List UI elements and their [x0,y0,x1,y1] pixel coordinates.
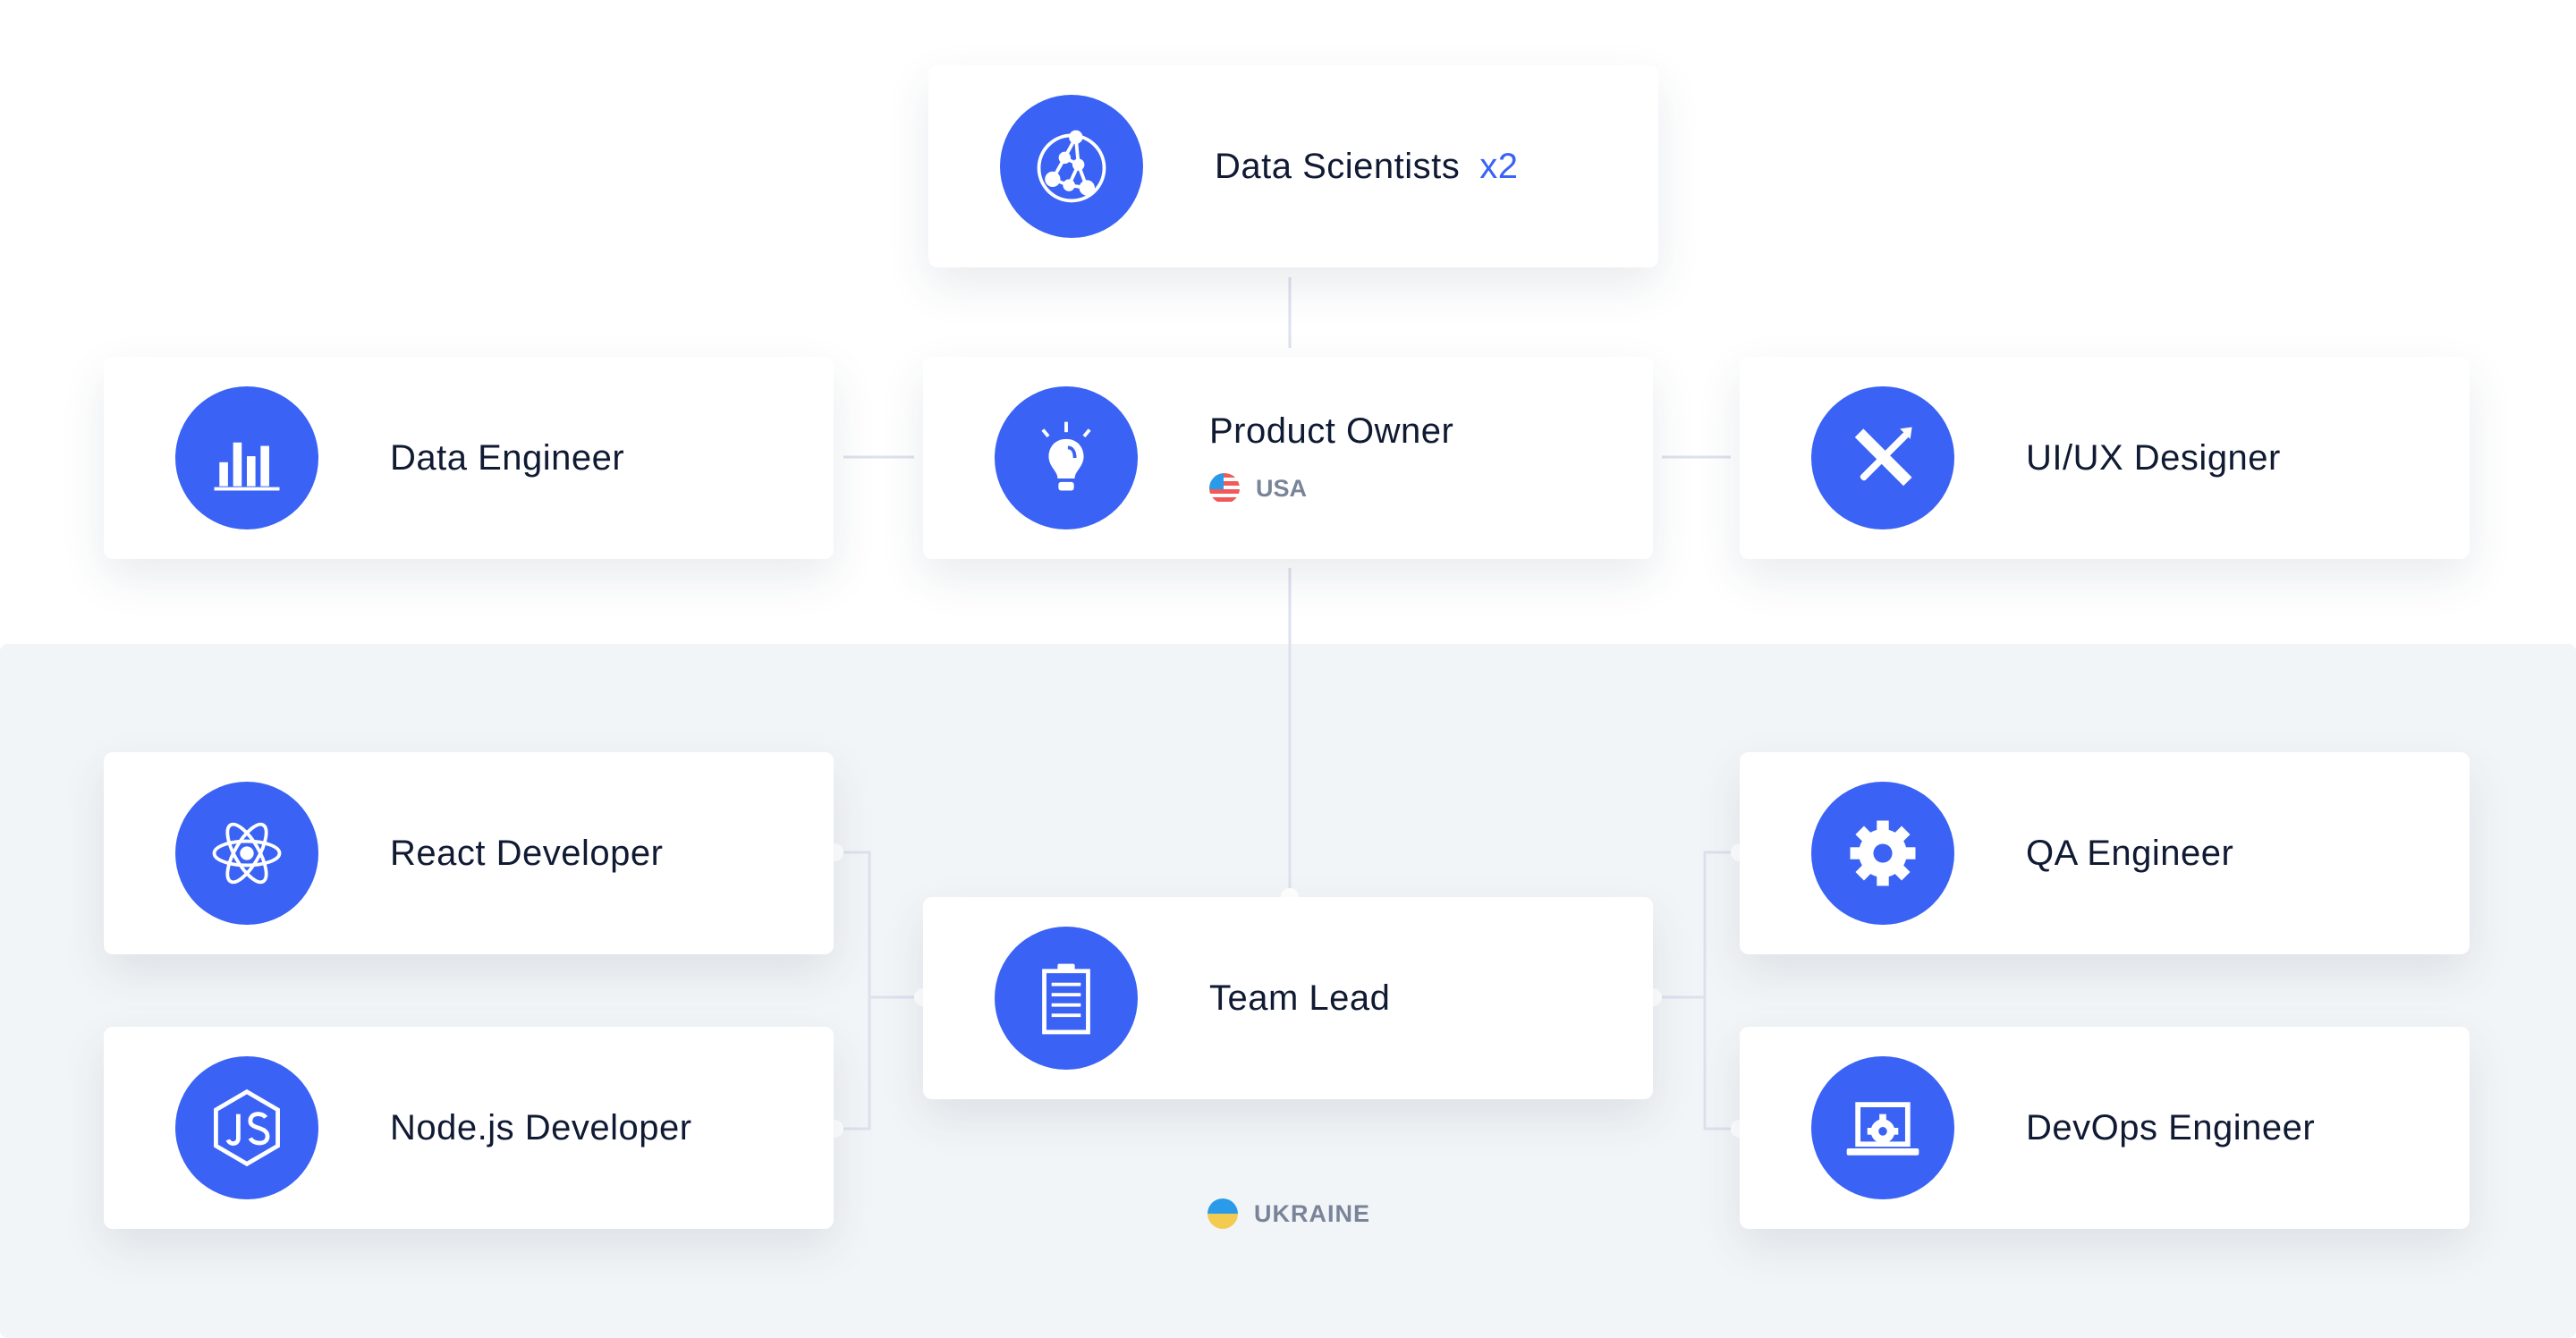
network-globe-icon [1000,95,1143,238]
card-team-lead[interactable]: Team Lead [923,897,1653,1099]
nodejs-hexagon-icon [175,1056,318,1199]
multiplier-badge: x2 [1479,146,1519,186]
card-qa-engineer[interactable]: QA Engineer [1740,752,2470,954]
role-label: Data Scientists [1215,146,1461,186]
role-label: UI/UX Designer [2026,437,2281,478]
card-product-owner[interactable]: Product Owner USA [923,357,1653,559]
role-label: Node.js Developer [390,1107,692,1147]
gear-icon [1811,782,1954,925]
card-nodejs-developer[interactable]: Node.js Developer [104,1027,834,1229]
card-data-engineer[interactable]: Data Engineer [104,357,834,559]
role-label: QA Engineer [2026,833,2234,873]
card-data-scientists[interactable]: Data Scientists x2 [928,65,1658,267]
card-ui-ux-designer[interactable]: UI/UX Designer [1740,357,2470,559]
card-react-developer[interactable]: React Developer [104,752,834,954]
bar-chart-icon [175,386,318,529]
lightbulb-icon [995,386,1138,529]
role-label: Team Lead [1209,978,1391,1018]
laptop-gear-icon [1811,1056,1954,1199]
location-label: USA [1256,474,1308,502]
region-name: UKRAINE [1254,1199,1371,1227]
usa-flag-icon [1209,473,1240,504]
ruler-brush-icon [1811,386,1954,529]
role-label: React Developer [390,833,664,873]
clipboard-icon [995,927,1138,1070]
ukraine-flag-icon [1208,1198,1238,1229]
react-atom-icon [175,782,318,925]
region-label: UKRAINE [1208,1198,1370,1229]
card-devops-engineer[interactable]: DevOps Engineer [1740,1027,2470,1229]
role-label: Data Engineer [390,437,625,478]
role-label: DevOps Engineer [2026,1107,2316,1147]
